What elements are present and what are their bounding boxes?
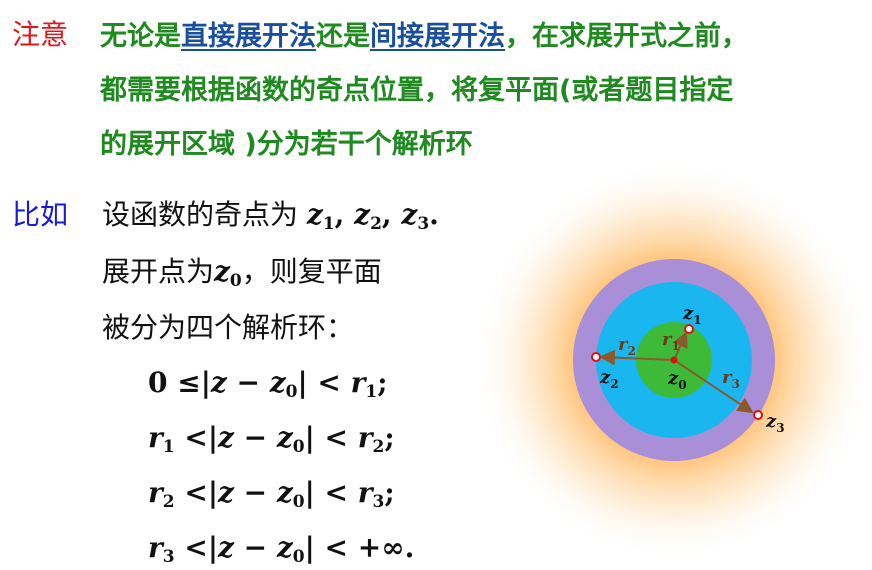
z1-point bbox=[684, 324, 694, 334]
note-tag: 注意 bbox=[12, 18, 69, 51]
example-line-1: 设函数的奇点为 z1, z2, z3. bbox=[102, 193, 439, 234]
ring-inequality-1: 0 ≤|z − z0| < r1; bbox=[148, 366, 388, 402]
example-tag: 比如 bbox=[12, 198, 69, 231]
note-line1-post: ，在求展开式之前， bbox=[505, 21, 748, 52]
example-line1-text: 设函数的奇点为 bbox=[102, 198, 299, 231]
indirect-expansion-link: 间接展开法 bbox=[370, 21, 505, 52]
z3-point bbox=[753, 410, 763, 420]
note-line-1: 无论是直接展开法还是间接展开法，在求展开式之前， bbox=[100, 14, 748, 53]
annulus-diagram: z1 z2 z3 z0 r1 r2 r3 bbox=[474, 165, 872, 560]
ring-inequality-4: r3 <|z − z0| < +∞. bbox=[148, 531, 415, 567]
z0-point bbox=[670, 356, 678, 364]
example-line-3: 被分为四个解析环： bbox=[102, 311, 355, 344]
ring-inequality-2: r1 <|z − z0| < r2; bbox=[148, 421, 395, 457]
example-line2-text: 展开点为 bbox=[102, 255, 215, 288]
singularities: z1, z2, z3. bbox=[306, 198, 439, 234]
ring-inequality-3: r2 <|z − z0| < r3; bbox=[148, 476, 395, 512]
example-line2-post: ，则复平面 bbox=[241, 255, 382, 288]
example-line-2: 展开点为z0，则复平面 bbox=[102, 250, 382, 291]
z2-point bbox=[591, 352, 601, 362]
expansion-point: z0 bbox=[214, 255, 242, 291]
note-line-3: 的展开区域 )分为若干个解析环 bbox=[100, 129, 473, 160]
note-line1-mid: 还是 bbox=[316, 21, 370, 52]
note-line-2: 都需要根据函数的奇点位置，将复平面(或者题目指定 bbox=[100, 75, 734, 106]
note-line1-pre: 无论是 bbox=[100, 21, 181, 52]
direct-expansion-link: 直接展开法 bbox=[181, 21, 316, 52]
